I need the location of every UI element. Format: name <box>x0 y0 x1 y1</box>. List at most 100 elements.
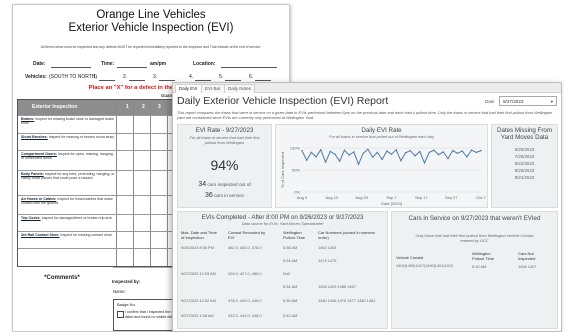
form-instructions: All items below must be inspected and an… <box>40 45 262 49</box>
comments-label: *Comments* <box>44 275 80 281</box>
pullout-cell: Null <box>283 271 290 276</box>
x-tick-label: Aug 29 <box>355 195 368 200</box>
data-point <box>310 151 313 154</box>
missing-date: 9/21/2023 <box>514 175 535 180</box>
cars-in-service-metric: 36 cars in service <box>204 192 245 199</box>
data-point <box>315 156 317 158</box>
evi-rate-title: EVI Rate - 9/27/2023 <box>195 127 254 134</box>
data-point <box>409 149 411 152</box>
vehicle-slot: 1. <box>93 74 98 80</box>
tab-daily-evi[interactable]: Daily EVI <box>175 84 202 93</box>
inspection-item: Brakes: Inspect for missing brake shoe o… <box>21 117 115 126</box>
cars-not-inspected-cell: 1406 1407 <box>518 264 537 269</box>
inspection-time-cell: 9/27/2023 12:09 AM <box>181 271 216 276</box>
data-point <box>367 148 369 150</box>
vehicle-line <box>159 80 175 81</box>
data-point <box>362 152 364 154</box>
evis-completed-title: EVIs Completed - After 8:00 PM on 9/26/2… <box>201 214 364 221</box>
page-title: Daily Exterior Vehicle Inspection (EVI) … <box>177 95 389 107</box>
cars-not-evied-panel: Cars in Service on 9/27/2023 that weren'… <box>391 211 558 329</box>
data-point <box>456 152 459 154</box>
evi-rate-subtitle: For all trains in service that had their… <box>189 135 260 145</box>
time-field-label: Time: <box>101 61 115 67</box>
column-header: Wellington Pullout Time <box>472 251 495 261</box>
evi-rate-percent: 94% <box>210 157 239 173</box>
data-point <box>372 156 374 158</box>
data-point <box>376 151 379 154</box>
column-header: Cars Not Inspected <box>518 251 536 261</box>
chevron-down-icon: ▾ <box>550 99 553 104</box>
data-point <box>390 153 393 155</box>
vehicle-slot: 3. <box>153 74 158 80</box>
car-numbers-cell: 1462 1463 <box>318 245 337 250</box>
data-point <box>447 157 449 160</box>
data-point <box>475 151 477 154</box>
data-point <box>480 149 482 152</box>
pullout-cell: 5:24 AM <box>283 258 298 263</box>
time-line <box>117 67 147 68</box>
vehicle-consist-cell: 1404|1405|1407|1400|1401|1402 <box>396 263 453 268</box>
grid-header-label: Exterior Inspection <box>32 104 78 110</box>
vehicle-line <box>195 80 211 81</box>
pullout-cell: 5:34 AM <box>283 284 298 289</box>
form-subtitle: Exterior Vehicle Inspection (EVI) <box>68 22 234 34</box>
data-point <box>395 149 397 151</box>
column-header: Consist Recorded by EVI <box>228 230 266 240</box>
x-tick-label: Sep 17 <box>415 195 428 200</box>
consist-cell: 432.0, 444.0, 448.0 <box>228 313 262 318</box>
date-filter-select[interactable]: 9/27/2023 ▾ <box>499 96 557 106</box>
y-tick-label: 0% <box>294 190 300 195</box>
data-point <box>423 162 426 164</box>
vehicles-hint: (SOUTH TO NORTH) <box>49 74 98 80</box>
date-filter-value: 9/27/2023 <box>503 99 524 104</box>
cars-inspected-metric: 34 cars inspected out of <box>198 181 251 188</box>
daily-evi-rate-panel: Daily EVI Rate For all trains in service… <box>275 124 488 208</box>
inspection-item: Shunt Brushes: Inspect for missing or br… <box>21 135 115 139</box>
inspection-item: Compartment Doors: Inspect for open, mis… <box>21 152 114 161</box>
vehicle-line <box>129 80 145 81</box>
data-point <box>320 149 322 151</box>
tab-evi-bar[interactable]: EVI Bar <box>201 84 225 93</box>
pullout-cell: 5:10 AM <box>472 264 487 269</box>
inspection-item: Trip Cocks: Inspect for damaged/bent or … <box>21 216 113 220</box>
pullout-cell: 5:35 AM <box>283 298 298 303</box>
x-tick-label: Sep 27 <box>445 195 458 200</box>
cars-not-evied-title: Cars in Service on 9/27/2023 that weren'… <box>408 215 541 222</box>
y-axis-label: % of Cars Inspected <box>280 152 285 188</box>
evi-rate-panel: EVI Rate - 9/27/2023 For all trains in s… <box>177 124 272 208</box>
grid-col-label: 2 <box>142 104 145 110</box>
data-point <box>324 161 327 163</box>
dashboard-tabs: Daily EVI EVI Bar Daily Notes <box>173 83 561 93</box>
data-point <box>470 149 473 151</box>
evi-dashboard: Daily EVI EVI Bar Daily Notes Daily Exte… <box>172 82 562 332</box>
x-axis-label: Date [2023] <box>381 201 402 206</box>
data-point <box>306 159 308 161</box>
badge-label: Badge No. <box>117 302 136 307</box>
data-point <box>433 149 435 151</box>
date-line <box>51 67 91 68</box>
data-point <box>419 150 421 153</box>
data-point <box>357 163 360 165</box>
missing-date: 8/22/2023 <box>514 161 535 166</box>
data-point <box>381 158 383 161</box>
tab-daily-notes[interactable]: Daily Notes <box>224 84 256 93</box>
series-line <box>301 148 482 166</box>
data-point <box>404 152 407 154</box>
grid-col-label: 1 <box>126 104 129 110</box>
missing-date: 7/26/2023 <box>514 154 535 159</box>
data-point <box>343 149 346 151</box>
pullout-cell: 5:42 AM <box>283 313 298 318</box>
inspection-item: Body Panels: Inspect for any bent, protr… <box>21 172 115 181</box>
consist-cell: 478.0, 440.0, 446.0 <box>228 298 262 303</box>
data-point <box>428 151 430 154</box>
confirm-checkbox[interactable] <box>117 311 124 318</box>
inspection-item: Air Hoses or Cables: Inspect for hoses/c… <box>21 197 113 206</box>
location-field-label: Location: <box>193 61 216 67</box>
x-tick-label: Aug 9 <box>297 195 308 200</box>
vehicle-slot: 5. <box>219 74 224 80</box>
data-point <box>329 150 331 153</box>
date-filter-label: Date <box>485 99 495 104</box>
inspection-time-cell: 9/27/2023 1:08 AM <box>181 313 214 318</box>
grid-col-label: 3 <box>158 104 161 110</box>
column-header: Wellington Pullout Time <box>283 230 306 240</box>
